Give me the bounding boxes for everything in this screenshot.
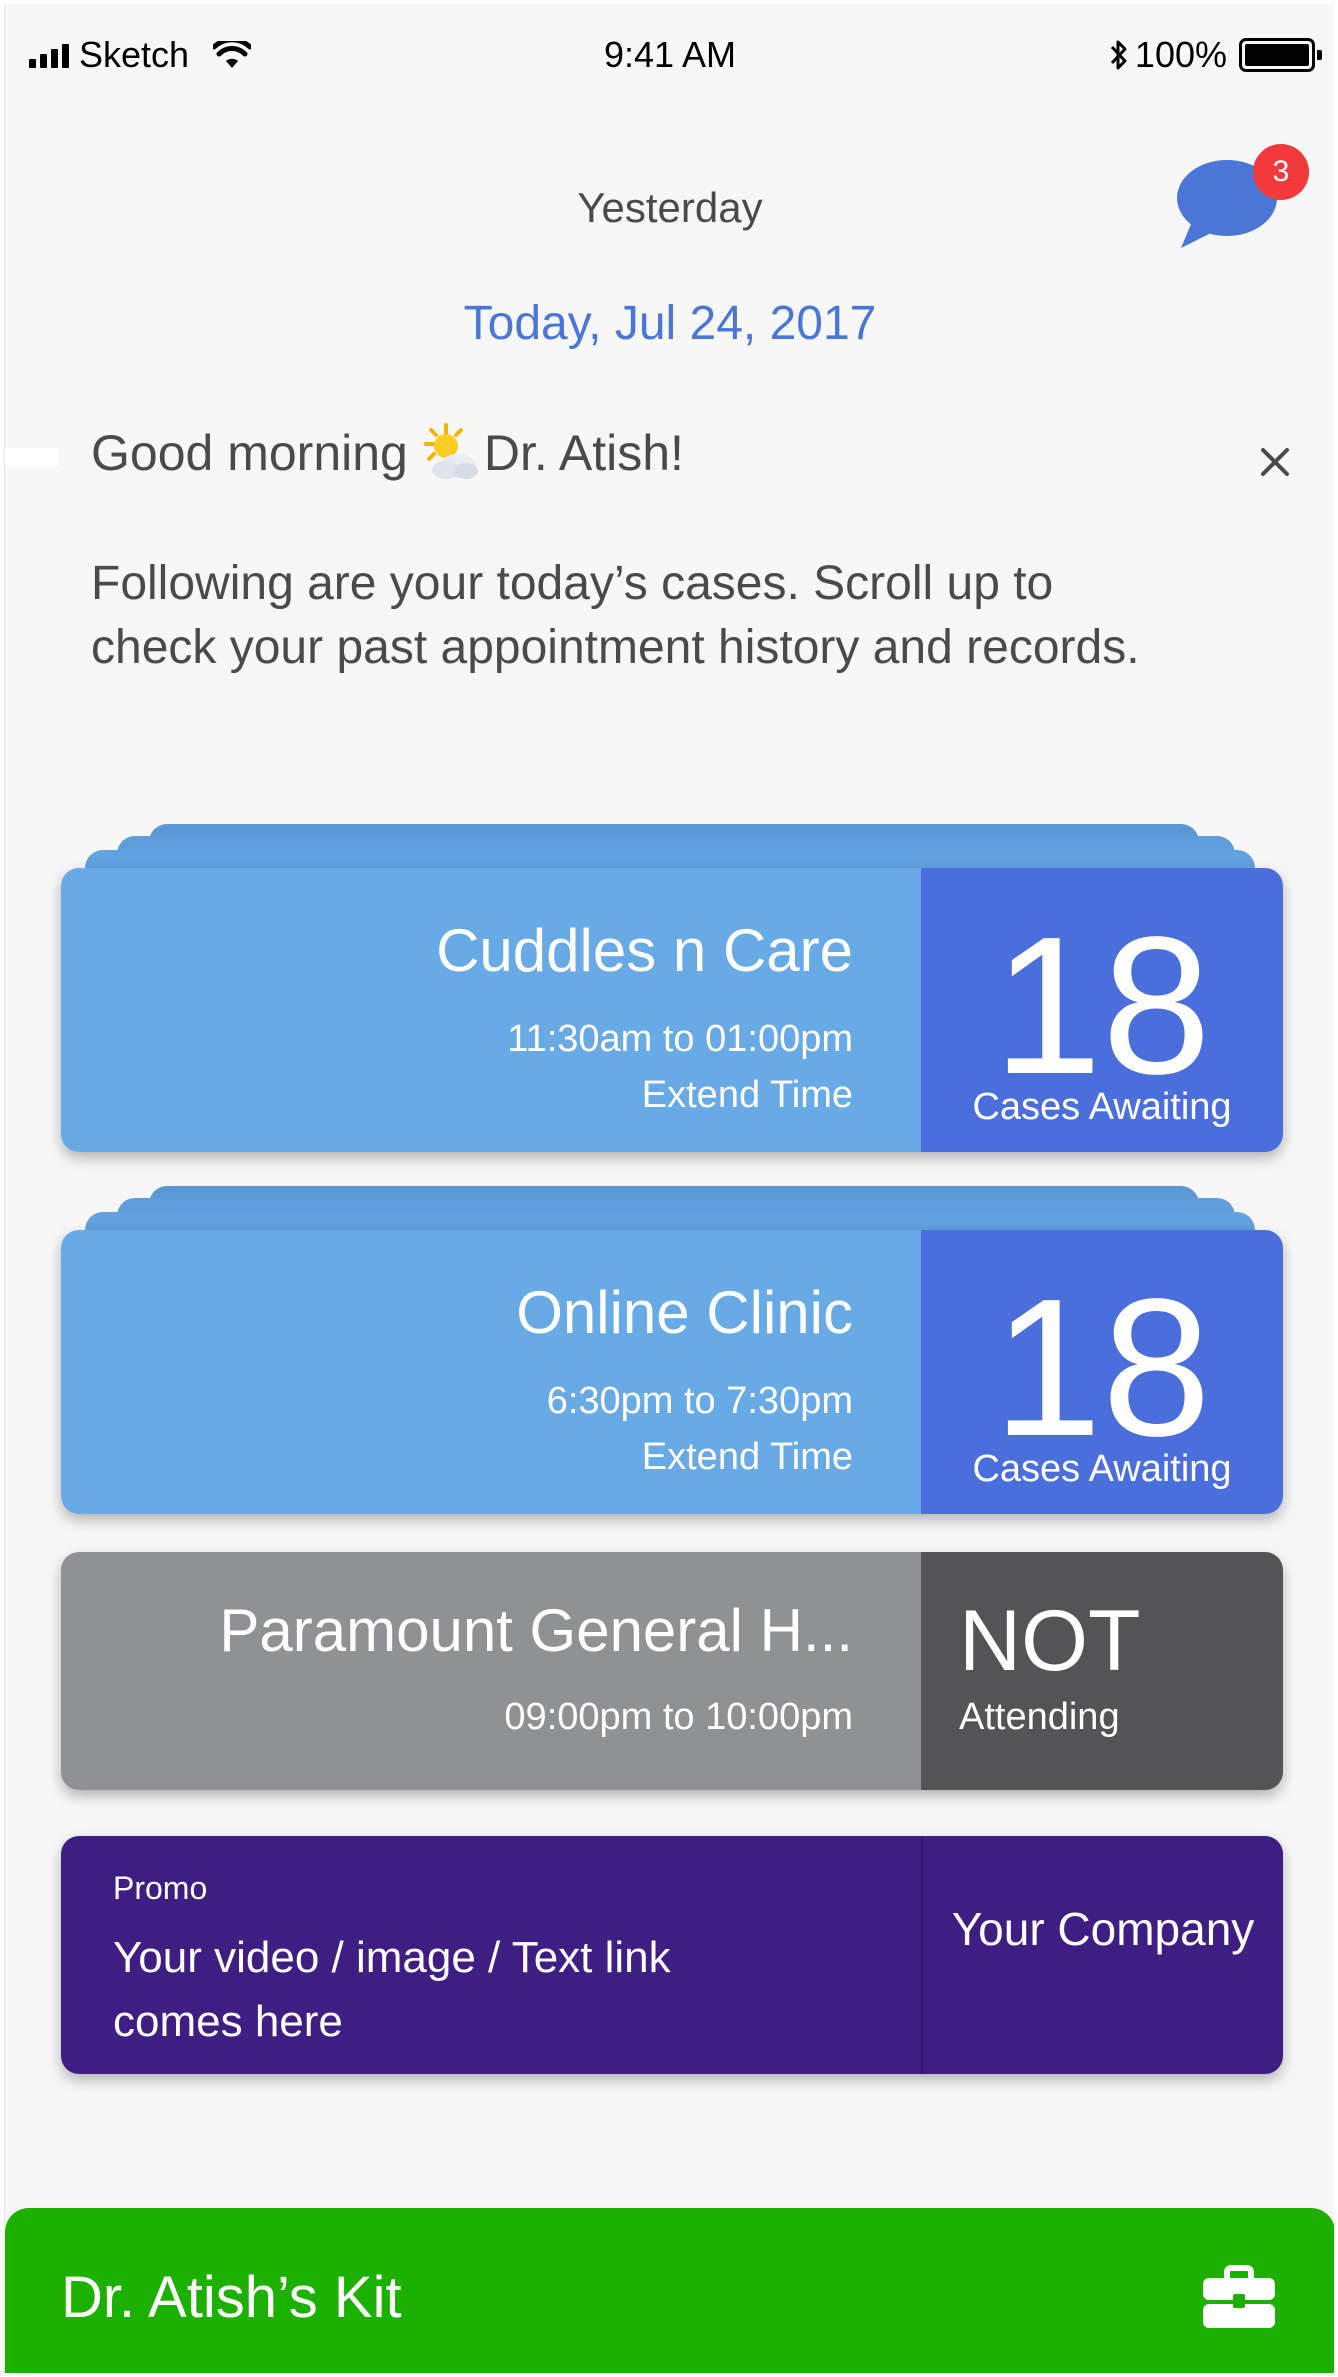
kit-label: Dr. Atish’s Kit: [61, 2265, 402, 2330]
promo-company: Your Company: [951, 1903, 1255, 1955]
session-card[interactable]: Cuddles n Care 11:30am to 01:00pm Extend…: [61, 868, 1283, 1152]
greeting: Good morning Dr. Atish!: [91, 422, 684, 484]
greeting-prefix: Good morning: [91, 425, 408, 481]
battery-icon: [1239, 38, 1322, 72]
cases-count-box: 18 Cases Awaiting: [921, 1230, 1283, 1514]
session-info: Online Clinic 6:30pm to 7:30pm Extend Ti…: [61, 1230, 921, 1514]
session-card-not-attending[interactable]: Paramount General H... 09:00pm to 10:00p…: [61, 1552, 1283, 1790]
promo-text: Your video / image / Text link comes her…: [113, 1933, 671, 2046]
session-name: Online Clinic: [516, 1279, 853, 1346]
cases-count: 18: [992, 896, 1211, 1115]
session-time: 11:30am to 01:00pm: [507, 1018, 853, 1060]
messages-button[interactable]: 3: [1177, 144, 1309, 254]
cases-label: Cases Awaiting: [972, 1086, 1232, 1128]
previous-day-link[interactable]: Yesterday: [5, 184, 1334, 232]
session-time: 09:00pm to 10:00pm: [504, 1696, 853, 1738]
app-screen: Sketch 9:41 AM 100% Yesterday Today, Jul…: [4, 4, 1334, 2373]
battery-percent: 100%: [1134, 34, 1227, 75]
session-name: Cuddles n Care: [436, 917, 853, 984]
cases-count-box: 18 Cases Awaiting: [921, 868, 1283, 1152]
doctor-name: Dr. Atish!: [483, 425, 684, 481]
promo-tag: Promo: [113, 1870, 208, 1906]
current-date: Today, Jul 24, 2017: [463, 297, 877, 350]
status-sub: Attending: [959, 1696, 1120, 1738]
briefcase-icon: [1203, 2265, 1275, 2328]
partly-sunny-icon: [423, 423, 478, 479]
extend-time-link[interactable]: Extend Time: [642, 1074, 853, 1117]
status-bar: Sketch 9:41 AM 100%: [5, 4, 1334, 104]
extend-time-link[interactable]: Extend Time: [642, 1436, 853, 1479]
session-info: Paramount General H... 09:00pm to 10:00p…: [61, 1552, 921, 1790]
cases-count: 18: [992, 1258, 1211, 1477]
session-info: Cuddles n Care 11:30am to 01:00pm Extend…: [61, 868, 921, 1152]
kit-bar[interactable]: Dr. Atish’s Kit: [5, 2208, 1334, 2373]
bluetooth-icon: [1110, 40, 1127, 70]
close-icon[interactable]: [1245, 432, 1305, 492]
edge-marker: [5, 448, 59, 466]
session-card[interactable]: Online Clinic 6:30pm to 7:30pm Extend Ti…: [61, 1230, 1283, 1514]
status-right: 100%: [1109, 34, 1322, 76]
cases-label: Cases Awaiting: [972, 1448, 1232, 1490]
promo-banner[interactable]: Promo Your video / image / Text link com…: [61, 1836, 1283, 2074]
messages-badge: 3: [1253, 144, 1309, 200]
status-main: NOT: [959, 1593, 1141, 1689]
session-time: 6:30pm to 7:30pm: [546, 1380, 853, 1422]
session-name: Paramount General H...: [219, 1597, 853, 1664]
intro-message: Following are your today’s cases. Scroll…: [91, 557, 1140, 674]
attendance-status-box: NOT Attending: [921, 1552, 1283, 1790]
